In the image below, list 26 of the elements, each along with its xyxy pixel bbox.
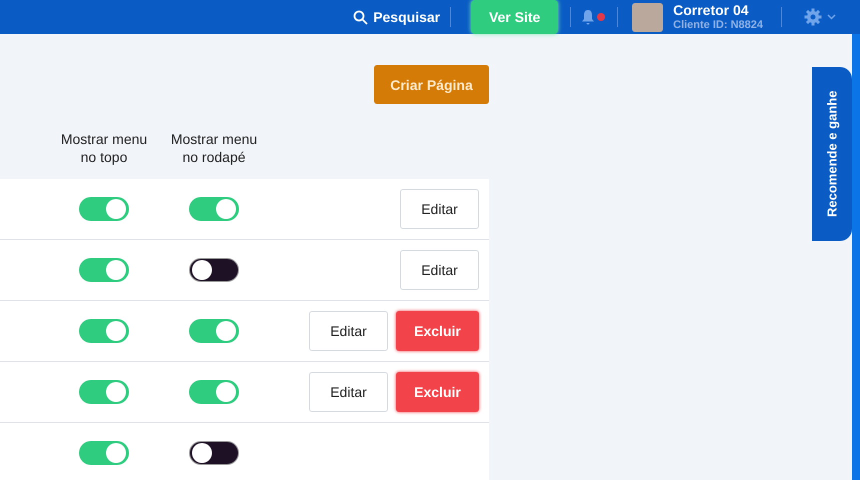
toggle-switch[interactable] (79, 441, 129, 465)
user-name: Corretor 04 (673, 3, 750, 19)
column-header: Mostrar menu no rodapé (170, 130, 258, 166)
edit-button[interactable]: Editar (400, 250, 479, 290)
referral-tab[interactable]: Recomende e ganhe (812, 67, 852, 241)
toggle-switch[interactable] (79, 258, 129, 282)
toggle-switch[interactable] (189, 197, 239, 221)
toggle-switch[interactable] (79, 197, 129, 221)
search-button[interactable]: Pesquisar (353, 9, 440, 25)
toggle-switch[interactable] (79, 380, 129, 404)
search-icon (353, 10, 368, 24)
edit-button[interactable]: Editar (400, 189, 479, 229)
edit-button[interactable]: Editar (309, 311, 388, 351)
column-header: Mostrar menu no topo (60, 130, 148, 166)
notification-bell-icon[interactable] (581, 9, 608, 25)
toggle-switch[interactable] (189, 319, 239, 343)
delete-button[interactable]: Excluir (396, 372, 479, 412)
toggle-switch[interactable] (189, 441, 239, 465)
settings-icon[interactable] (804, 8, 838, 26)
client-id: Cliente ID: N8824 (673, 18, 763, 31)
delete-button[interactable]: Excluir (396, 311, 479, 351)
avatar-photo-placeholder[interactable] (632, 2, 664, 32)
toggle-switch[interactable] (189, 380, 239, 404)
edit-button[interactable]: Editar (309, 372, 388, 412)
toggle-switch[interactable] (79, 319, 129, 343)
toggle-switch[interactable] (189, 258, 239, 282)
